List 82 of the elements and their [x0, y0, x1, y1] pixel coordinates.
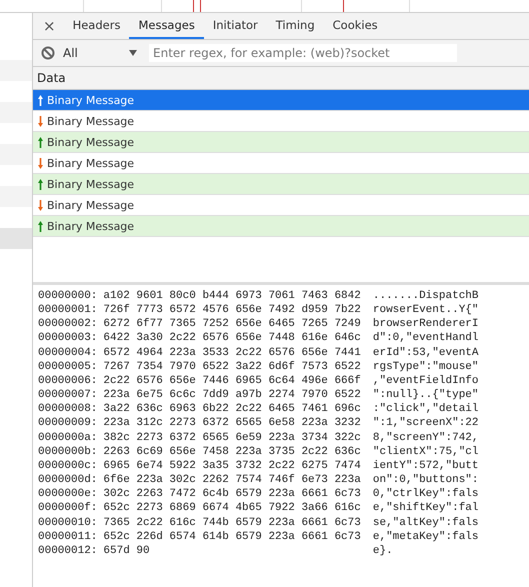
offset-text: 00000004:: [38, 346, 98, 360]
offset-text: 0000000a:: [38, 430, 98, 445]
ascii-text: d":0,"eventHandl: [372, 331, 478, 346]
hex-text: 6572 4964 223a 3533 2c22 6576 656e 7441: [103, 346, 361, 360]
offset-text: 0000000e:: [38, 487, 98, 502]
message-row[interactable]: Binary Message: [33, 90, 529, 111]
message-row[interactable]: Binary Message: [33, 132, 529, 153]
hex-text: a102 9601 80c0 b444 6973 7061 7463 6842: [103, 289, 361, 304]
arrow-icon: [38, 220, 43, 232]
offset-text: 00000010:: [38, 516, 98, 530]
offset-text: 00000008:: [38, 402, 98, 416]
offset-text: 00000001:: [38, 303, 98, 318]
arrow-icon: [38, 94, 43, 106]
tab[interactable]: Headers: [64, 13, 130, 39]
ascii-text: ientY":572,"butt: [372, 458, 478, 474]
hex-text: 657d 90: [103, 544, 151, 558]
close-button[interactable]: ×: [39, 13, 64, 39]
type-dropdown[interactable]: All: [63, 46, 141, 60]
ascii-text: rowserEvent..Y{": [372, 303, 478, 318]
hex-text: 6f6e 223a 302c 2262 7574 746f 6e73 223a: [103, 473, 361, 488]
ascii-text: 0,"ctrlKey":fals: [372, 487, 478, 502]
hex-text: 2263 6c69 656e 7458 223a 3735 2c22 636c: [103, 444, 361, 459]
request-row[interactable]: [0, 186, 32, 207]
ascii-text: browserRendererI: [372, 317, 478, 332]
offset-text: 00000007:: [38, 388, 98, 402]
ascii-text: e}.: [372, 544, 394, 558]
offset-text: 0000000c:: [38, 458, 98, 474]
ascii-text: ":1,"screenX":22: [372, 416, 478, 431]
hex-text: 2c22 6576 656e 7446 6965 6c64 496e 666f: [103, 374, 361, 388]
offset-text: 00000006:: [38, 374, 98, 388]
arrow-icon: [38, 200, 43, 210]
arrow-icon: [38, 116, 43, 126]
message-row[interactable]: Binary Message: [33, 216, 529, 237]
ascii-text: erId":53,"eventA: [372, 346, 478, 360]
hex-text: 652c 2273 6869 6674 4b65 7922 3a66 616c: [103, 501, 361, 516]
column-header: Data: [33, 67, 529, 90]
ascii-text: .......DispatchB: [372, 289, 478, 304]
hex-text: 7365 2c22 616c 744b 6579 223a 6661 6c73: [103, 516, 361, 530]
ascii-text: "clientX":75,"cl: [372, 444, 478, 459]
tab[interactable]: Initiator: [204, 13, 267, 39]
ascii-text: rgsType":"mouse": [372, 360, 478, 374]
tab[interactable]: Timing: [266, 13, 324, 39]
request-row[interactable]: [0, 144, 32, 165]
ascii-text: ,"eventFieldInfo: [372, 374, 478, 388]
caret-icon: [129, 50, 137, 56]
hex-text: 652c 226d 6574 614b 6579 223a 6661 6c73: [103, 530, 361, 544]
hex-text: 223a 6e75 6c6c 7dd9 a97b 2274 7970 6522: [103, 388, 361, 402]
ascii-text: 8,"screenY":742,: [372, 430, 478, 445]
ascii-text: :"click","detail: [372, 402, 478, 416]
hex-text: 6422 3a30 2c22 6576 656e 7448 616e 646c: [103, 331, 361, 346]
request-row[interactable]: [0, 102, 32, 123]
arrow-icon: [38, 136, 43, 148]
arrow-icon: [38, 158, 43, 168]
ascii-text: e,"shiftKey":fal: [372, 501, 478, 516]
hex-text: 3a22 636c 6963 6b22 2c22 6465 7461 696c: [103, 402, 361, 416]
message-row[interactable]: Binary Message: [33, 174, 529, 195]
offset-text: 00000002:: [38, 317, 98, 332]
offset-text: 0000000d:: [38, 473, 98, 488]
hex-text: 302c 2263 7472 6c4b 6579 223a 6661 6c73: [103, 487, 361, 502]
arrow-icon: [38, 178, 43, 190]
offset-text: 00000005:: [38, 360, 98, 374]
hex-text: 382c 2273 6372 6565 6e59 223a 3734 322c: [103, 430, 361, 445]
offset-text: 00000000:: [38, 289, 98, 304]
ascii-text: e,"metaKey":fals: [372, 530, 478, 544]
ascii-text: on":0,"buttons":: [372, 473, 478, 488]
hex-text: 223a 312c 2273 6372 6565 6e58 223a 3232: [103, 416, 361, 431]
tab[interactable]: Cookies: [324, 13, 387, 39]
hex-text: 6965 6e74 5922 3a35 3732 2c22 6275 7474: [103, 458, 361, 474]
hex-text: 6272 6f77 7365 7252 656e 6465 7265 7249: [103, 317, 361, 332]
ascii-text: ":null}..{"type": [372, 388, 478, 402]
offset-text: 0000000b:: [38, 444, 98, 459]
offset-text: 00000011:: [38, 530, 98, 544]
block-icon[interactable]: [41, 46, 55, 60]
offset-text: 00000003:: [38, 331, 98, 346]
offset-text: 00000009:: [38, 416, 98, 431]
hex-text: 726f 7773 6572 4576 656e 7492 d959 7b22: [103, 303, 361, 318]
offset-text: 0000000f:: [38, 501, 98, 516]
ascii-text: se,"altKey":fals: [372, 516, 478, 530]
filter-field[interactable]: Enter regex, for example: (web)?socket: [149, 44, 457, 62]
request-row[interactable]: [0, 60, 32, 81]
hex-text: 7267 7354 7970 6522 3a22 6d6f 7573 6522: [103, 360, 361, 374]
offset-text: 00000012:: [38, 544, 98, 558]
